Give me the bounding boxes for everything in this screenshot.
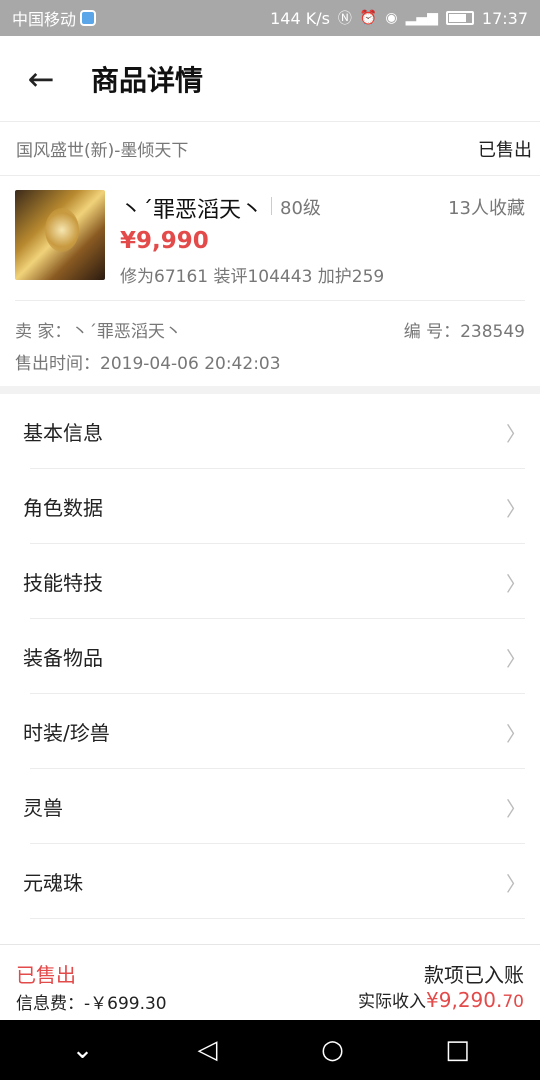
character-name: 丶ˊ罪恶滔天丶 — [120, 198, 264, 223]
home-circle-icon[interactable]: ○ — [303, 1035, 363, 1065]
clock: 17:37 — [481, 8, 528, 28]
chevron-right-icon: 〉 — [506, 872, 526, 896]
system-nav-bar: ⌄ ◁ ○ □ — [0, 1020, 540, 1080]
status-bar: 中国移动 144 K/s Ⓝ ⏰ ◉ ▂▄▆ 17:37 — [0, 0, 540, 36]
avatar-glow — [45, 208, 79, 252]
chevron-right-icon: 〉 — [506, 797, 526, 821]
battery-icon — [445, 11, 474, 25]
chevron-down-icon[interactable]: ⌄ — [53, 1035, 113, 1065]
network-speed: 144 K/s — [270, 8, 330, 28]
eye-icon: ◉ — [385, 10, 398, 26]
bottom-bar: 已售出 信息费：-￥699.30 款项已入账 实际收入 ¥9,290. 70 — [0, 944, 540, 1020]
page-title: 商品详情 — [91, 63, 204, 97]
carrier-group: 中国移动 — [12, 6, 97, 30]
name-divider — [271, 197, 272, 215]
item-price: ¥9,990 — [120, 228, 209, 254]
menu-item-basic-info[interactable]: 基本信息 〉 — [0, 394, 540, 469]
status-right: 144 K/s Ⓝ ⏰ ◉ ▂▄▆ 17:37 — [270, 8, 528, 28]
menu-item-label: 元魂珠 — [23, 871, 83, 895]
chevron-right-icon: 〉 — [506, 422, 526, 446]
menu-item-label: 角色数据 — [23, 496, 103, 520]
info-fee: 信息费：-￥699.30 — [16, 994, 167, 1014]
shield-icon — [80, 10, 97, 26]
menu-item-equipment[interactable]: 装备物品 〉 — [0, 619, 540, 694]
actual-income: 实际收入 ¥9,290. 70 — [358, 987, 524, 1012]
alarm-icon: ⏰ — [359, 10, 378, 26]
payment-status: 款项已入账 — [424, 963, 524, 987]
menu-item-fashion-pets[interactable]: 时装/珍兽 〉 — [0, 694, 540, 769]
recent-apps-icon[interactable]: □ — [428, 1035, 488, 1065]
sold-time: 售出时间：2019-04-06 20:42:03 — [15, 354, 281, 374]
income-cents: 70 — [502, 992, 524, 1012]
character-stats: 修为67161 装评104443 加护259 — [120, 267, 385, 287]
character-avatar — [15, 190, 105, 280]
back-triangle-icon[interactable]: ◁ — [178, 1035, 238, 1065]
chevron-right-icon: 〉 — [506, 572, 526, 596]
menu-item-spirit-beast[interactable]: 灵兽 〉 — [0, 769, 540, 844]
menu-item-label: 基本信息 — [23, 421, 103, 445]
seller-info: 卖 家：丶ˊ罪恶滔天丶 编 号：238549 售出时间：2019-04-06 2… — [15, 300, 525, 386]
battery-fill — [448, 14, 466, 22]
section-gap — [0, 386, 540, 394]
detail-menu: 基本信息 〉 角色数据 〉 技能特技 〉 装备物品 〉 时装/珍兽 〉 灵兽 〉… — [0, 394, 540, 919]
seller-name: 卖 家：丶ˊ罪恶滔天丶 — [15, 322, 182, 342]
menu-item-label: 装备物品 — [23, 646, 103, 670]
chevron-right-icon: 〉 — [506, 722, 526, 746]
server-name: 国风盛世(新)-墨倾天下 — [16, 141, 189, 161]
carrier-label: 中国移动 — [12, 10, 77, 29]
signal-icon: ▂▄▆ — [405, 10, 438, 26]
menu-item-character-data[interactable]: 角色数据 〉 — [0, 469, 540, 544]
item-card[interactable]: 丶ˊ罪恶滔天丶 80级 13人收藏 ¥9,990 修为67161 装评10444… — [0, 176, 540, 300]
income-label: 实际收入 — [358, 992, 427, 1012]
menu-item-label: 技能特技 — [23, 571, 103, 595]
top-nav: ← 商品详情 — [0, 36, 540, 122]
character-level: 80级 — [280, 198, 321, 219]
server-row: 国风盛世(新)-墨倾天下 已售出 — [0, 122, 540, 176]
item-number: 编 号：238549 — [403, 322, 525, 342]
nfc-icon: Ⓝ — [337, 11, 352, 27]
divider — [30, 918, 525, 919]
menu-item-soul-orb[interactable]: 元魂珠 〉 — [0, 844, 540, 919]
chevron-right-icon: 〉 — [506, 647, 526, 671]
sale-status: 已售出 — [478, 139, 532, 161]
income-amount: ¥9,290. — [426, 988, 503, 1012]
back-icon[interactable]: ← — [0, 36, 82, 122]
menu-item-skills[interactable]: 技能特技 〉 — [0, 544, 540, 619]
menu-item-label: 时装/珍兽 — [23, 721, 110, 745]
favorite-count: 13人收藏 — [448, 198, 525, 219]
menu-item-label: 灵兽 — [23, 796, 63, 820]
chevron-right-icon: 〉 — [506, 497, 526, 521]
sold-status: 已售出 — [16, 963, 76, 987]
